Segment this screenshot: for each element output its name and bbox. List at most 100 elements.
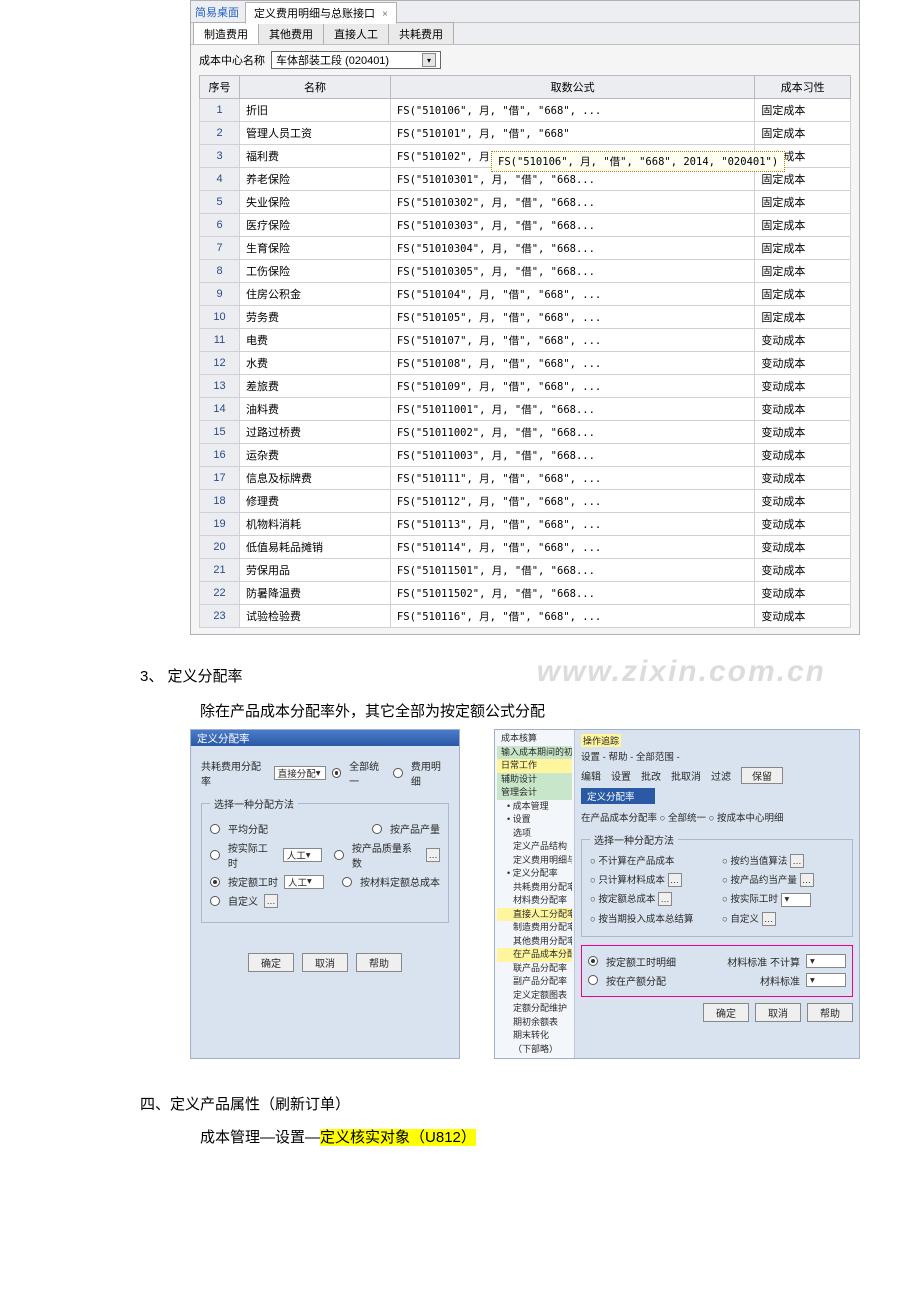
opt-e[interactable]: ○ 按定额总成本 … <box>590 891 712 907</box>
radio-actual-hours[interactable] <box>210 850 220 860</box>
tabstrip-label[interactable]: 操作追踪 <box>581 734 621 747</box>
tree-node[interactable]: 成本核算 <box>497 732 572 746</box>
cancel-button[interactable]: 取消 <box>302 953 348 972</box>
radio-cost-detail[interactable] <box>393 768 403 778</box>
table-row[interactable]: 1折旧FS("510106", 月, "借", "668", ...固定成本 <box>200 99 851 122</box>
close-icon[interactable]: × <box>382 9 388 20</box>
fixed-hours-select[interactable]: 人工 ▾ <box>284 875 324 889</box>
table-row[interactable]: 10劳务费FS("510105", 月, "借", "668", ...固定成本 <box>200 306 851 329</box>
tree-node[interactable]: 副产品分配率 <box>497 975 572 989</box>
subtab-shared[interactable]: 共耗费用 <box>388 22 454 44</box>
tree-node[interactable]: 选项 <box>497 827 572 841</box>
table-row[interactable]: 14油料费FS("51011001", 月, "借", "668...变动成本 <box>200 398 851 421</box>
tree-node[interactable]: 定义产品结构 <box>497 840 572 854</box>
table-row[interactable]: 19机物料消耗FS("510113", 月, "借", "668", ...变动… <box>200 513 851 536</box>
c-edit[interactable]: … <box>668 873 682 887</box>
tb-batch[interactable]: 批改 <box>641 768 661 783</box>
subtab-other[interactable]: 其他费用 <box>258 22 324 44</box>
tree-node[interactable]: • 定义分配率 <box>497 867 572 881</box>
d-edit[interactable]: … <box>800 873 814 887</box>
opt-b[interactable]: ○ 按约当值算法 … <box>722 853 844 868</box>
tree-node[interactable]: 日常工作 <box>497 759 572 773</box>
table-row[interactable]: 15过路过桥费FS("51011002", 月, "借", "668...变动成… <box>200 421 851 444</box>
table-row[interactable]: 8工伤保险FS("51010305", 月, "借", "668...固定成本 <box>200 260 851 283</box>
tree-node[interactable]: 管理会计 <box>497 786 572 800</box>
help-button[interactable]: 帮助 <box>356 953 402 972</box>
h-edit[interactable]: … <box>762 912 776 926</box>
table-row[interactable]: 18修理费FS("510112", 月, "借", "668", ...变动成本 <box>200 490 851 513</box>
tree-node[interactable]: 制造费用分配率 <box>497 921 572 935</box>
table-row[interactable]: 21劳保用品FS("51011501", 月, "借", "668...变动成本 <box>200 559 851 582</box>
radio-by-product[interactable] <box>372 824 382 834</box>
cost-center-select[interactable]: 车体部装工段 (020401) ▾ <box>271 51 441 69</box>
table-row[interactable]: 17信息及标牌费FS("510111", 月, "借", "668", ...变… <box>200 467 851 490</box>
quality-edit-button[interactable]: … <box>426 848 440 862</box>
tree-node[interactable]: • 成本管理 <box>497 800 572 814</box>
radio-average[interactable] <box>210 824 220 834</box>
table-row[interactable]: 23试验检验费FS("510116", 月, "借", "668", ...变动… <box>200 605 851 628</box>
alloc-mode-select[interactable]: 直接分配 ▾ <box>274 766 326 780</box>
tree-node[interactable]: 输入成本期间的初始 <box>497 746 572 760</box>
b-edit[interactable]: … <box>790 854 804 868</box>
ok-button-3[interactable]: 确定 <box>703 1003 749 1022</box>
tree-node[interactable]: 定额分配维护 <box>497 1002 572 1016</box>
opt-a[interactable]: ○ 不计算在产品成本 <box>590 853 712 868</box>
table-row[interactable]: 22防暑降温费FS("51011502", 月, "借", "668...变动成… <box>200 582 851 605</box>
radio-fixed-hours[interactable] <box>210 877 220 887</box>
help-button-3[interactable]: 帮助 <box>807 1003 853 1022</box>
table-row[interactable]: 2管理人员工资FS("510101", 月, "借", "668"固定成本 <box>200 122 851 145</box>
tree-node[interactable]: 其他费用分配率 <box>497 935 572 949</box>
tree-node[interactable]: 共耗费用分配率 <box>497 881 572 895</box>
tb-set[interactable]: 设置 <box>611 768 631 783</box>
cancel-button-3[interactable]: 取消 <box>755 1003 801 1022</box>
table-row[interactable]: 9住房公积金FS("510104", 月, "借", "668", ...固定成… <box>200 283 851 306</box>
tab-simple-desktop[interactable]: 简易桌面 <box>195 4 239 20</box>
table-row[interactable]: 20低值易耗品摊销FS("510114", 月, "借", "668", ...… <box>200 536 851 559</box>
tree-node[interactable]: 期末转化 <box>497 1029 572 1043</box>
custom-edit-button[interactable]: … <box>264 894 278 908</box>
mat-std-select1[interactable]: ▾ <box>806 954 846 968</box>
table-row[interactable]: 16运杂费FS("51011003", 月, "借", "668...变动成本 <box>200 444 851 467</box>
radio-custom[interactable] <box>210 896 220 906</box>
table-row[interactable]: 6医疗保险FS("51010303", 月, "借", "668...固定成本 <box>200 214 851 237</box>
radio-fixed-hour-detail[interactable] <box>588 956 598 966</box>
tree-node[interactable]: 辅助设计 <box>497 773 572 787</box>
tab-active[interactable]: 定义费用明细与总账接口 × <box>245 2 397 24</box>
f-select[interactable]: ▾ <box>781 893 811 907</box>
e-edit[interactable]: … <box>658 892 672 906</box>
mat-std-select2[interactable]: ▾ <box>806 973 846 987</box>
nav-tree[interactable]: 成本核算输入成本期间的初始日常工作辅助设计管理会计• 成本管理• 设置选项定义产… <box>495 730 575 1058</box>
radio-all-unified[interactable] <box>332 768 342 778</box>
subtab-manufacture[interactable]: 制造费用 <box>193 22 259 44</box>
chevron-down-icon[interactable]: ▾ <box>422 53 436 67</box>
table-row[interactable]: 5失业保险FS("51010302", 月, "借", "668...固定成本 <box>200 191 851 214</box>
tree-node[interactable]: • 设置 <box>497 813 572 827</box>
tree-node[interactable]: 定义费用明细与接口 <box>497 854 572 868</box>
tree-node[interactable]: 联产品分配率 <box>497 962 572 976</box>
opt-c[interactable]: ○ 只计算材料成本 … <box>590 872 712 887</box>
opt-f[interactable]: ○ 按实际工时 ▾ <box>722 891 844 907</box>
ok-button[interactable]: 确定 <box>248 953 294 972</box>
opt-h[interactable]: ○ 自定义 … <box>722 911 844 926</box>
radio-wip-alloc[interactable] <box>588 975 598 985</box>
tree-node[interactable]: 在产品成本分配 <box>497 948 572 962</box>
tb-unbatch[interactable]: 批取消 <box>671 768 701 783</box>
table-row[interactable]: 7生育保险FS("51010304", 月, "借", "668...固定成本 <box>200 237 851 260</box>
table-row[interactable]: 11电费FS("510107", 月, "借", "668", ...变动成本 <box>200 329 851 352</box>
tree-node[interactable]: 期初余额表 <box>497 1016 572 1030</box>
tb-keep[interactable]: 保留 <box>741 767 783 784</box>
radio-quality[interactable] <box>334 850 344 860</box>
tree-node[interactable]: （下部略） <box>497 1043 572 1057</box>
tree-node[interactable]: 定义定额图表 <box>497 989 572 1003</box>
table-row[interactable]: 13差旅费FS("510109", 月, "借", "668", ...变动成本 <box>200 375 851 398</box>
tb-edit[interactable]: 编辑 <box>581 768 601 783</box>
subtab-labor[interactable]: 直接人工 <box>323 22 389 44</box>
tree-node[interactable]: 材料费分配率 <box>497 894 572 908</box>
opt-d[interactable]: ○ 按产品约当产量 … <box>722 872 844 887</box>
table-row[interactable]: 12水费FS("510108", 月, "借", "668", ...变动成本 <box>200 352 851 375</box>
opt-g[interactable]: ○ 按当期投入成本总结算 <box>590 911 712 926</box>
actual-hours-select[interactable]: 人工 ▾ <box>283 848 322 862</box>
tb-filter[interactable]: 过滤 <box>711 768 731 783</box>
radio-by-fixed-cost[interactable] <box>342 877 352 887</box>
tree-node[interactable]: 直接人工分配率 <box>497 908 572 922</box>
